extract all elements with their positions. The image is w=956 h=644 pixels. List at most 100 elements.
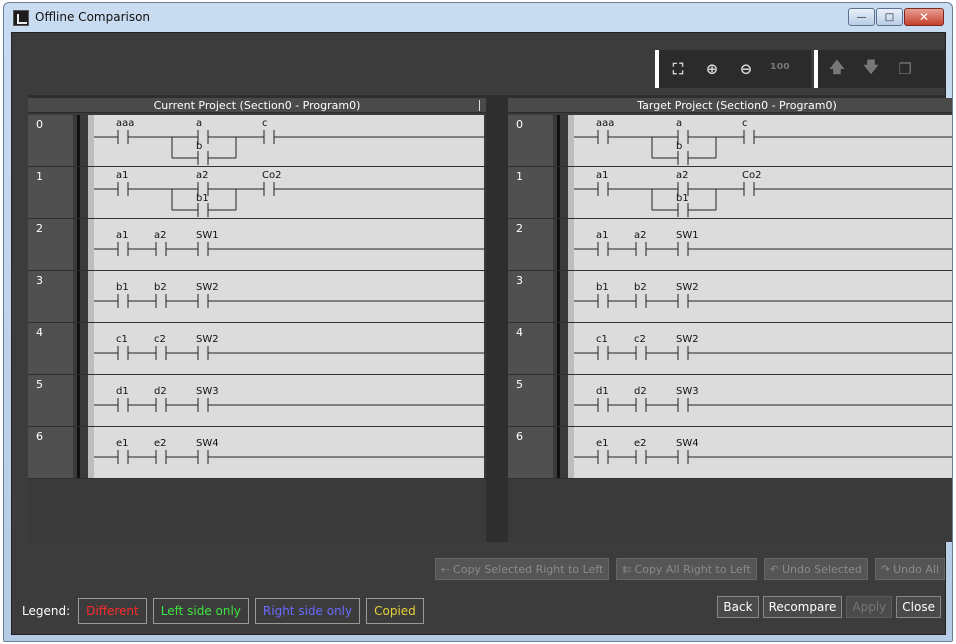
contact-label: a2 [154, 230, 167, 241]
current-project-title: Current Project (Section0 - Program0) [153, 98, 361, 112]
ladder-rung[interactable]: 0 b aaa a c [28, 115, 486, 167]
zoom-100-icon[interactable]: ¹⁰⁰ [765, 54, 795, 84]
rung-diagram: b1 b2 SW2 [88, 271, 484, 322]
copy-window-icon[interactable]: ❐ [890, 54, 920, 84]
ladder-rung[interactable]: 2 a1 a2 SW1 [28, 219, 486, 271]
minimize-button[interactable]: — [848, 8, 875, 26]
power-rail [77, 375, 80, 426]
ladder-rung[interactable]: 4 c1 c2 SW2 [28, 323, 486, 375]
ladder-diagram [94, 398, 484, 412]
rung-number: 3 [508, 271, 553, 322]
ladder-rung[interactable]: 2 a1 a2 SW1 [508, 219, 952, 271]
contact-label: e1 [116, 438, 129, 449]
target-project-title: Target Project (Section0 - Program0) [637, 98, 837, 112]
rung-number: 5 [28, 375, 73, 426]
contact-label: c [262, 118, 268, 129]
zoom-in-icon[interactable]: ⊕ [697, 54, 727, 84]
previous-difference-icon[interactable]: 🡅 [822, 54, 852, 84]
close-window-button[interactable]: ✕ [904, 8, 944, 26]
ladder-diagram [574, 398, 952, 412]
ladder-diagram [94, 450, 484, 464]
rung-number: 0 [508, 115, 553, 166]
undo-selected-label: Undo Selected [781, 562, 862, 576]
power-rail [77, 115, 80, 166]
next-difference-icon[interactable]: 🡇 [856, 54, 886, 84]
rung-number: 2 [508, 219, 553, 270]
rung-diagram: d1 d2 SW3 [88, 375, 484, 426]
zoom-toolbar: ⛶ ⊕ ⊖ ¹⁰⁰ [655, 50, 811, 88]
contact-label: c2 [634, 334, 646, 345]
ladder-diagram [574, 242, 952, 256]
undo-selected-button[interactable]: ↶ Undo Selected [763, 558, 868, 580]
target-project-panel[interactable]: Target Project (Section0 - Program0) 0 ba… [508, 98, 952, 542]
rung-number: 5 [508, 375, 553, 426]
close-button[interactable]: Close [896, 596, 941, 618]
contact-label: b1 [596, 282, 609, 293]
zoom-out-icon[interactable]: ⊖ [731, 54, 761, 84]
ladder-diagram [94, 346, 484, 360]
contact-label: Co2 [262, 170, 282, 181]
ladder-rung[interactable]: 5 d1 d2 SW3 [508, 375, 952, 427]
current-project-panel[interactable]: Current Project (Section0 - Program0) 0 b… [28, 98, 486, 542]
rung-number: 0 [28, 115, 73, 166]
ladder-diagram [94, 130, 484, 165]
client-area: ⛶ ⊕ ⊖ ¹⁰⁰ 🡅 🡇 ❐ Current Project (Section0 - P… [11, 32, 952, 635]
undo-all-button[interactable]: ↷ Undo All [874, 558, 945, 580]
ladder-rung[interactable]: 6 e1 e2 SW4 [28, 427, 486, 479]
window-title: Offline Comparison [35, 10, 151, 24]
contact-label: SW4 [196, 438, 219, 449]
rung-number: 3 [28, 271, 73, 322]
ladder-rung[interactable]: 0 b aaa a c [508, 115, 952, 167]
copy-all-icon: ⇇ [622, 562, 632, 576]
power-rail [557, 115, 560, 166]
rung-number: 2 [28, 219, 73, 270]
legend-item: Different [78, 598, 147, 624]
rung-diagram: c1 c2 SW2 [88, 323, 484, 374]
copy-all-button[interactable]: ⇇ Copy All Right to Left [616, 558, 757, 580]
fit-to-window-icon[interactable]: ⛶ [663, 54, 693, 84]
power-rail [557, 271, 560, 322]
back-button[interactable]: Back [717, 596, 759, 618]
contact-label: c1 [116, 334, 128, 345]
contact-label: SW2 [676, 334, 699, 345]
maximize-button[interactable]: □ [876, 8, 903, 26]
ladder-rung[interactable]: 3 b1 b2 SW2 [508, 271, 952, 323]
app-icon [13, 10, 29, 26]
rung-diagram: d1 d2 SW3 [568, 375, 952, 426]
copy-selected-button[interactable]: ⇠ Copy Selected Right to Left [434, 558, 610, 580]
contact-label: b1 [116, 282, 129, 293]
ladder-rung[interactable]: 5 d1 d2 SW3 [28, 375, 486, 427]
ladder-rung[interactable]: 3 b1 b2 SW2 [28, 271, 486, 323]
action-bar: ⇠ Copy Selected Right to Left ⇇ Copy All… [28, 555, 945, 583]
contact-label: a2 [634, 230, 647, 241]
undo-all-label: Undo All [893, 562, 939, 576]
current-project-header: Current Project (Section0 - Program0) [28, 98, 486, 113]
recompare-button[interactable]: Recompare [762, 596, 843, 618]
rung-diagram: b aaa a c [88, 115, 484, 166]
contact-label: a1 [116, 170, 129, 181]
ladder-diagram [574, 182, 952, 217]
contact-label: a [676, 118, 683, 129]
copy-selected-label: Copy Selected Right to Left [453, 562, 604, 576]
rung-diagram: b aaa a c [568, 115, 952, 166]
power-rail [77, 219, 80, 270]
rung-diagram: e1 e2 SW4 [568, 427, 952, 478]
contact-label: a1 [596, 170, 609, 181]
legend-label: Legend: [22, 604, 71, 618]
contact-label: e2 [154, 438, 167, 449]
undo-icon: ↶ [769, 562, 779, 576]
ladder-rung[interactable]: 4 c1 c2 SW2 [508, 323, 952, 375]
power-rail [557, 167, 560, 218]
ladder-rung[interactable]: 1 b1 a1 a2 Co2 [508, 167, 952, 219]
title-bar[interactable]: Offline Comparison — □ ✕ [4, 3, 952, 33]
contact-label: SW3 [676, 386, 699, 397]
ladder-rung[interactable]: 1 b1 a1 a2 Co2 [28, 167, 486, 219]
contact-label: e2 [634, 438, 647, 449]
contact-label: SW1 [676, 230, 699, 241]
ladder-diagram [574, 346, 952, 360]
power-rail [557, 375, 560, 426]
ladder-rung[interactable]: 6 e1 e2 SW4 [508, 427, 952, 479]
navigation-toolbar: 🡅 🡇 ❐ [814, 50, 946, 88]
rung-diagram: b1 b2 SW2 [568, 271, 952, 322]
apply-button[interactable]: Apply [846, 596, 893, 618]
